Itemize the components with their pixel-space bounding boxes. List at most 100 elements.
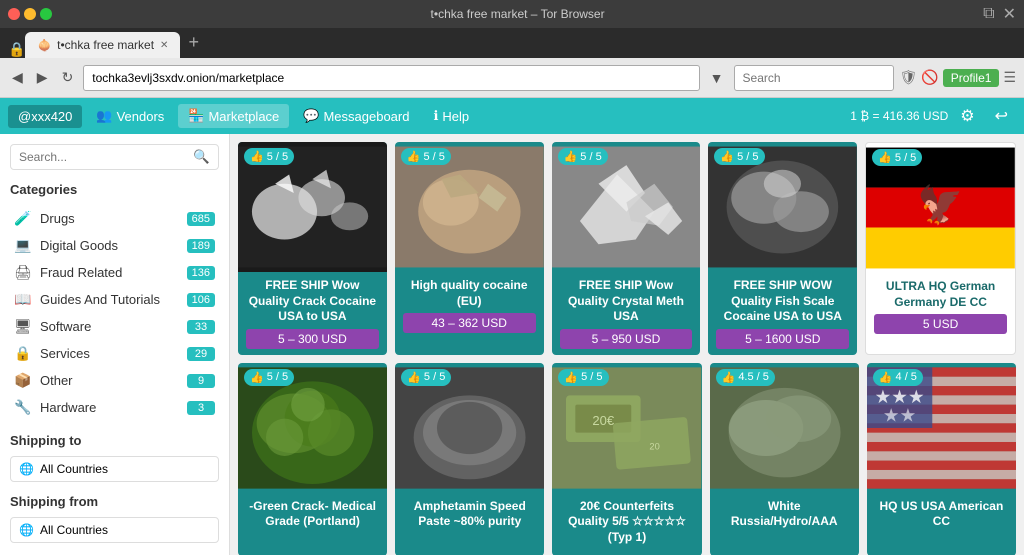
- new-tab-button[interactable]: +: [180, 32, 207, 53]
- category-guides[interactable]: 📖 Guides And Tutorials 106: [10, 286, 219, 313]
- hardware-label: Hardware: [40, 400, 187, 415]
- product-title-1: FREE SHIP Wow Quality Crack Cocaine USA …: [246, 278, 379, 325]
- category-fraud-related[interactable]: 🖨 Fraud Related 136: [10, 259, 219, 286]
- product-card-10[interactable]: ★★★ ★★ 👍4 / 5 HQ US USA American CC: [867, 363, 1016, 555]
- rating-badge-10: 👍4 / 5: [873, 369, 923, 386]
- hardware-count: 3: [187, 401, 215, 415]
- user-button[interactable]: @xxx420: [8, 105, 82, 128]
- svg-text:★★: ★★: [883, 404, 916, 425]
- category-hardware[interactable]: 🔧 Hardware 3: [10, 394, 219, 421]
- globe-icon: 🌐: [19, 462, 34, 476]
- product-card-7[interactable]: 👍5 / 5 Amphetamin Speed Paste ~80% purit…: [395, 363, 544, 555]
- shipping-from-value: All Countries: [40, 523, 108, 537]
- forward-button[interactable]: ▶: [33, 67, 52, 88]
- messageboard-nav-item[interactable]: 💬 Messageboard: [293, 104, 419, 128]
- restore-icon[interactable]: ⧉: [983, 5, 994, 23]
- rating-badge-9: 👍4.5 / 5: [716, 369, 775, 386]
- product-title-8: 20€ Counterfeits Quality 5/5 ☆☆☆☆☆ (Typ …: [560, 499, 693, 546]
- product-info-4: FREE SHIP WOW Quality Fish Scale Cocaine…: [708, 272, 857, 355]
- category-software[interactable]: 🖥 Software 33: [10, 313, 219, 340]
- product-image-3: 👍5 / 5: [552, 142, 701, 272]
- services-label: Services: [40, 346, 187, 361]
- shield-icon[interactable]: 🛡: [900, 69, 918, 86]
- product-card-1[interactable]: 👍5 / 5 FREE SHIP Wow Quality Crack Cocai…: [238, 142, 387, 355]
- category-digital-goods[interactable]: 💻 Digital Goods 189: [10, 232, 219, 259]
- rating-badge-4: 👍5 / 5: [714, 148, 764, 165]
- balance-display: 1 ₿ = 416.36 USD: [850, 109, 948, 123]
- product-card-4[interactable]: 👍5 / 5 FREE SHIP WOW Quality Fish Scale …: [708, 142, 857, 355]
- other-count: 9: [187, 374, 215, 388]
- product-card-3[interactable]: 👍5 / 5 FREE SHIP Wow Quality Crystal Met…: [552, 142, 701, 355]
- product-title-7: Amphetamin Speed Paste ~80% purity: [403, 499, 536, 530]
- shipping-to-select[interactable]: 🌐 All Countries: [10, 456, 219, 482]
- tab-bar: 🔒 🧅 t•chka free market ✕ +: [0, 28, 1024, 58]
- software-count: 33: [187, 320, 215, 334]
- profile-button[interactable]: Profile1: [943, 69, 1000, 87]
- shipping-to-section: Shipping to 🌐 All Countries: [10, 433, 219, 482]
- product-info-9: White Russia/Hydro/AAA: [710, 493, 859, 540]
- product-card-5[interactable]: 🦅 👍5 / 5 ULTRA HQ German Germany DE CC 5…: [865, 142, 1016, 355]
- rating-badge-8: 👍5 / 5: [558, 369, 608, 386]
- svg-text:🦅: 🦅: [917, 182, 963, 226]
- product-row-2: 👍5 / 5 -Green Crack- Medical Grade (Port…: [238, 363, 1016, 555]
- product-grid: 👍5 / 5 FREE SHIP Wow Quality Crack Cocai…: [230, 134, 1024, 555]
- settings-icon[interactable]: ⚙: [952, 102, 982, 130]
- search-box: 🔍: [10, 144, 219, 170]
- tab-close-icon[interactable]: ✕: [160, 40, 168, 51]
- software-label: Software: [40, 319, 187, 334]
- vendors-label: Vendors: [117, 109, 165, 124]
- help-label: Help: [442, 109, 469, 124]
- product-image-8: 20€ 20 👍5 / 5: [552, 363, 701, 493]
- product-info-7: Amphetamin Speed Paste ~80% purity: [395, 493, 544, 540]
- shipping-from-section: Shipping from 🌐 All Countries: [10, 494, 219, 543]
- vendors-nav-item[interactable]: 👥 Vendors: [86, 104, 174, 128]
- digital-goods-label: Digital Goods: [40, 238, 187, 253]
- sidebar: 🔍 Categories 🧪 Drugs 685 💻 Digital Goods…: [0, 134, 230, 555]
- marketplace-icon: 🏪: [188, 108, 204, 124]
- nav-bar: @xxx420 👥 Vendors 🏪 Marketplace 💬 Messag…: [0, 98, 1024, 134]
- browser-search-input[interactable]: [734, 65, 894, 91]
- maximize-button[interactable]: [40, 8, 52, 20]
- minimize-button[interactable]: [24, 8, 36, 20]
- search-input[interactable]: [11, 145, 185, 169]
- marketplace-nav-item[interactable]: 🏪 Marketplace: [178, 104, 289, 128]
- product-card-8[interactable]: 20€ 20 👍5 / 5 20€ Counterfeits Quality 5…: [552, 363, 701, 555]
- shipping-to-value: All Countries: [40, 462, 108, 476]
- category-services[interactable]: 🔒 Services 29: [10, 340, 219, 367]
- close-icon[interactable]: ✕: [1003, 4, 1016, 24]
- guides-count: 106: [187, 293, 215, 307]
- product-price-3: 5 – 950 USD: [560, 329, 693, 349]
- dropdown-button[interactable]: ▼: [706, 68, 728, 88]
- product-info-3: FREE SHIP Wow Quality Crystal Meth USA 5…: [552, 272, 701, 355]
- product-info-6: -Green Crack- Medical Grade (Portland): [238, 493, 387, 540]
- guides-icon: 📖: [14, 291, 34, 308]
- reload-button[interactable]: ↻: [58, 67, 78, 88]
- logout-icon[interactable]: ↩: [987, 102, 1016, 130]
- product-price-2: 43 – 362 USD: [403, 313, 536, 333]
- drugs-icon: 🧪: [14, 210, 34, 227]
- drugs-label: Drugs: [40, 211, 187, 226]
- product-card-9[interactable]: 👍4.5 / 5 White Russia/Hydro/AAA: [710, 363, 859, 555]
- address-input[interactable]: [83, 65, 699, 91]
- shipping-from-select[interactable]: 🌐 All Countries: [10, 517, 219, 543]
- back-button[interactable]: ◀: [8, 67, 27, 88]
- category-drugs[interactable]: 🧪 Drugs 685: [10, 205, 219, 232]
- browser-chrome: t•chka free market – Tor Browser ⧉ ✕: [0, 0, 1024, 28]
- close-button[interactable]: [8, 8, 20, 20]
- active-tab[interactable]: 🧅 t•chka free market ✕: [25, 32, 180, 58]
- digital-goods-count: 189: [187, 239, 215, 253]
- messageboard-icon: 💬: [303, 108, 319, 124]
- search-button[interactable]: 🔍: [185, 145, 218, 169]
- product-card-6[interactable]: 👍5 / 5 -Green Crack- Medical Grade (Port…: [238, 363, 387, 555]
- rating-badge-7: 👍5 / 5: [401, 369, 451, 386]
- address-icons: 🛡 🚫 Profile1 ☰: [900, 69, 1016, 87]
- menu-icon[interactable]: ☰: [1003, 69, 1016, 86]
- help-nav-item[interactable]: ℹ Help: [423, 104, 479, 128]
- shipping-from-title: Shipping from: [10, 494, 219, 509]
- services-count: 29: [187, 347, 215, 361]
- category-other[interactable]: 📦 Other 9: [10, 367, 219, 394]
- browser-title: t•chka free market – Tor Browser: [58, 7, 977, 21]
- fraud-icon: 🖨: [14, 264, 34, 281]
- block-icon[interactable]: 🚫: [921, 69, 938, 86]
- product-card-2[interactable]: 👍5 / 5 High quality cocaine (EU) 43 – 36…: [395, 142, 544, 355]
